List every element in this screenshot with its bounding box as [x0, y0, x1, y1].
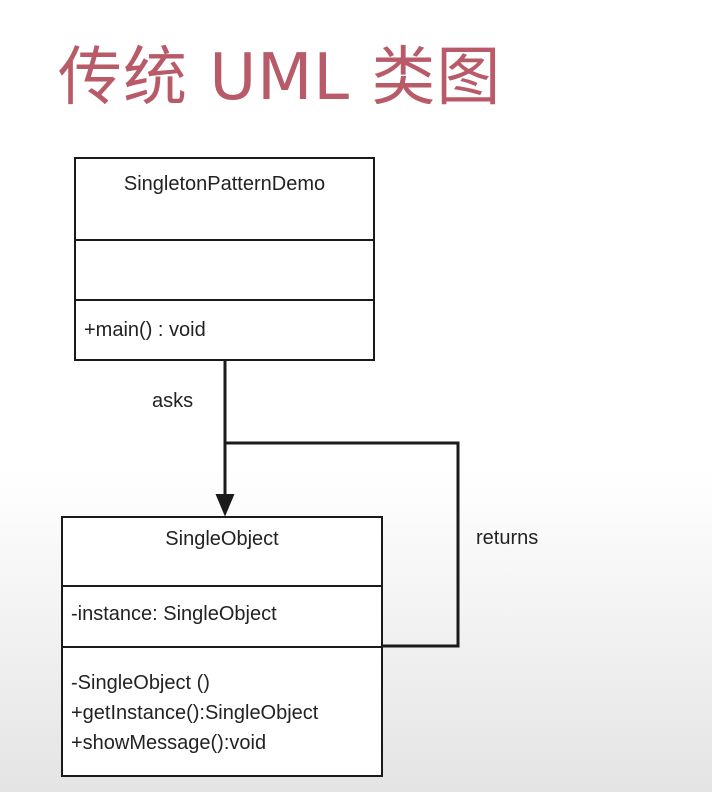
methods-compartment: -SingleObject () +getInstance():SingleOb… — [63, 648, 381, 758]
method: +showMessage():void — [71, 732, 267, 754]
class-box-singleton-pattern-demo: SingletonPatternDemo +main() : void — [74, 157, 375, 361]
class-name: SingletonPatternDemo — [123, 173, 326, 195]
class-name: SingleObject — [165, 528, 279, 550]
attributes-compartment — [76, 241, 373, 301]
method: +main() : void — [84, 319, 206, 341]
asks-label: asks — [152, 390, 194, 412]
methods-compartment: +main() : void — [76, 301, 373, 345]
attributes-compartment: -instance: SingleObject — [63, 587, 381, 648]
returns-label: returns — [476, 527, 539, 549]
attribute: -instance: SingleObject — [71, 603, 277, 625]
asks-arrowhead — [215, 494, 235, 517]
class-name-compartment: SingletonPatternDemo — [76, 159, 373, 241]
method: -SingleObject () — [71, 672, 210, 694]
class-name-compartment: SingleObject — [63, 518, 381, 587]
method: +getInstance():SingleObject — [71, 702, 319, 724]
class-box-single-object: SingleObject -instance: SingleObject -Si… — [61, 516, 383, 777]
